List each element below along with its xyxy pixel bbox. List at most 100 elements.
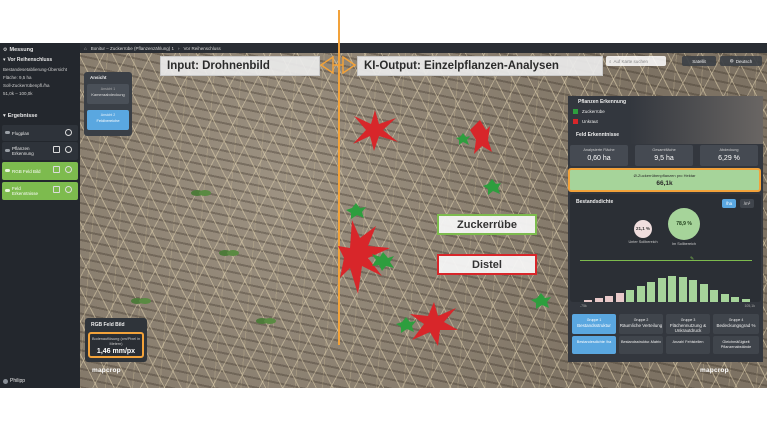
sugarbeet-marker — [531, 293, 551, 309]
hist-max-label: 105,1k — [744, 304, 755, 308]
sidebar-row: Bestandesetablierung-Übersicht — [3, 67, 68, 72]
layers-icon — [53, 146, 60, 153]
sidebar-row: Fläche: 9,5 ha — [3, 75, 32, 80]
density-card: Bestandsdichte /ha /m² 21,1 % Unter Soll… — [570, 194, 761, 308]
unit-ha-toggle[interactable]: /ha — [722, 199, 736, 208]
tile-stand-structure[interactable]: Gruppe 1 Bestandsstruktur — [572, 314, 616, 334]
camera-coverage-button[interactable]: Ansicht 1 Kameraabdeckung — [87, 84, 129, 104]
edit-icon[interactable]: ✎ — [690, 256, 694, 262]
subtile[interactable]: Bestandsstruktur-Matrix — [619, 336, 663, 354]
legend-label: Zuckerrübe — [582, 109, 605, 114]
histogram-bar — [626, 290, 634, 302]
field-areas-button[interactable]: Ansicht 2 Feldbereiche — [87, 110, 129, 130]
output-banner: KI-Output: Einzelpflanzen-Analysen — [357, 56, 603, 76]
field-insights-title: Feld Erkenntnisse — [576, 132, 620, 138]
stat-card: Analysierte Fläche 0,60 ha — [570, 145, 628, 166]
mapcrop-logo: mapcrop — [700, 367, 729, 374]
map-search-input[interactable]: ⌕ Auf Karte suchen — [606, 56, 666, 66]
insights-panel: Pflanzen Erkennung Zuckerrübe Unkraut Fe… — [568, 96, 763, 362]
histogram-bar — [594, 298, 603, 302]
legend-swatch-sugarbeet — [573, 109, 578, 114]
gear-icon: ⚙ — [3, 47, 8, 53]
subtile[interactable]: Bestandesdichte /ha — [572, 336, 616, 354]
language-button[interactable]: ◍ Deutsch — [720, 56, 762, 66]
sidebar-item-field-insights[interactable]: Feld Erkenntnisse — [2, 182, 78, 200]
tile-coverage[interactable]: Gruppe 4 Bedeckungsgrad % — [713, 314, 759, 334]
view-card: Ansicht Ansicht 1 Kameraabdeckung Ansich… — [84, 72, 132, 136]
histogram-bar — [678, 277, 687, 302]
sugarbeet-marker — [396, 317, 416, 333]
target-range-line — [580, 260, 752, 261]
hist-min-label: -75k — [580, 304, 587, 308]
histogram-bar — [689, 280, 697, 302]
sidebar-row: 51,0k – 100,0k — [3, 91, 33, 96]
under-target-label: Unter Sollbereich — [628, 240, 658, 244]
results-section-title[interactable]: ▾ Ergebnisse — [3, 113, 37, 119]
sugarbeet-marker — [372, 252, 394, 271]
plant-icon — [65, 146, 72, 153]
plane-icon — [65, 129, 72, 136]
histogram-bar — [668, 276, 676, 302]
plants-per-hectare-kpi: Ø-Zuckerrübenpflanzen pro Hektar 66,1k — [568, 168, 761, 192]
chevron-down-icon: ▾ — [3, 113, 6, 119]
histogram-bar — [647, 282, 655, 302]
ground-resolution-box: Bodenauflösung (cm/Pixel in Metern) 1,46… — [88, 332, 144, 358]
histogram-bar — [699, 284, 708, 302]
satellite-button[interactable]: Satellit — [682, 56, 716, 66]
input-banner: Input: Drohnenbild — [160, 56, 320, 76]
user-profile[interactable]: Philipp — [3, 378, 25, 384]
unit-m2-toggle[interactable]: /m² — [740, 199, 754, 208]
home-icon[interactable]: ⌂ — [84, 46, 87, 51]
chevron-right-icon: › — [178, 45, 180, 51]
toggle-switch[interactable] — [5, 169, 10, 172]
double-arrow-icon — [319, 56, 357, 74]
view-card-title: Ansicht — [90, 75, 107, 80]
sidebar-item-plant-detection[interactable]: Pflanzen Erkennung — [2, 142, 78, 160]
breadcrumb: ⌂ Bonitur – Zuckerrübe (Pflanzenzählung)… — [80, 43, 767, 53]
mapcrop-logo: mapcrop — [92, 367, 121, 374]
seedling-photo — [219, 250, 239, 256]
breadcrumb-item[interactable]: Bonitur – Zuckerrübe (Pflanzenzählung) 1 — [91, 46, 174, 51]
layers-icon — [53, 166, 60, 173]
histogram-bar — [731, 297, 739, 302]
avatar — [3, 378, 8, 384]
sugarbeet-marker — [456, 133, 470, 145]
histogram-bar — [720, 294, 729, 302]
weed-marker — [470, 120, 492, 154]
legend-swatch-weed — [573, 119, 578, 124]
insight-icon — [65, 186, 72, 193]
stat-card: Abdeckung 6,29 % — [700, 145, 758, 166]
under-target-circle: 21,1 % — [634, 220, 652, 238]
subsection-title[interactable]: ▾ Vor Reihenschluss — [3, 57, 52, 63]
sidebar-row: Soll-Zuckerrübenpfl./ha — [3, 83, 50, 88]
toggle-switch[interactable] — [5, 131, 10, 134]
layers-icon — [53, 186, 60, 193]
blurred-area — [630, 96, 763, 144]
sugarbeet-marker — [483, 179, 501, 195]
seedling-photo — [131, 298, 151, 304]
tile-land-use-weed[interactable]: Gruppe 3 Flächennutzung & Unkrautdruck — [666, 314, 710, 334]
sidebar-item-flightplan[interactable]: Flugplan — [2, 125, 78, 141]
histogram-bar — [710, 290, 718, 302]
seedling-photo — [191, 190, 211, 196]
breadcrumb-item[interactable]: Vor Reihenschluss — [184, 46, 221, 51]
histogram-bar — [636, 286, 645, 302]
subtile[interactable]: Gleichmäßigkeit Pflanzenabstände — [713, 336, 759, 354]
measure-section-title[interactable]: ⚙ Messung — [3, 47, 33, 53]
toggle-switch[interactable] — [5, 149, 10, 152]
image-icon — [65, 166, 72, 173]
tile-spatial-distribution[interactable]: Gruppe 2 Räumliche Verteilung — [619, 314, 663, 334]
subtile[interactable]: Anzahl Fehlstellen — [666, 336, 710, 354]
sidebar: ⚙ Messung ▾ Vor Reihenschluss Bestandese… — [0, 43, 80, 388]
toggle-switch[interactable] — [5, 189, 10, 192]
sidebar-item-rgb-field-image[interactable]: RGB Feld Bild — [2, 162, 78, 180]
label-sugarbeet: Zuckerrübe — [437, 214, 537, 235]
rgb-image-card: RGB Feld Bild Bodenauflösung (cm/Pixel i… — [85, 318, 147, 362]
search-icon: ⌕ — [609, 58, 612, 64]
sugarbeet-marker — [346, 203, 366, 219]
histogram-bar — [605, 296, 613, 302]
label-thistle: Distel — [437, 254, 537, 275]
weed-marker — [353, 110, 398, 151]
seedling-photo — [256, 318, 276, 324]
in-target-circle: 78,9 % — [668, 208, 700, 240]
